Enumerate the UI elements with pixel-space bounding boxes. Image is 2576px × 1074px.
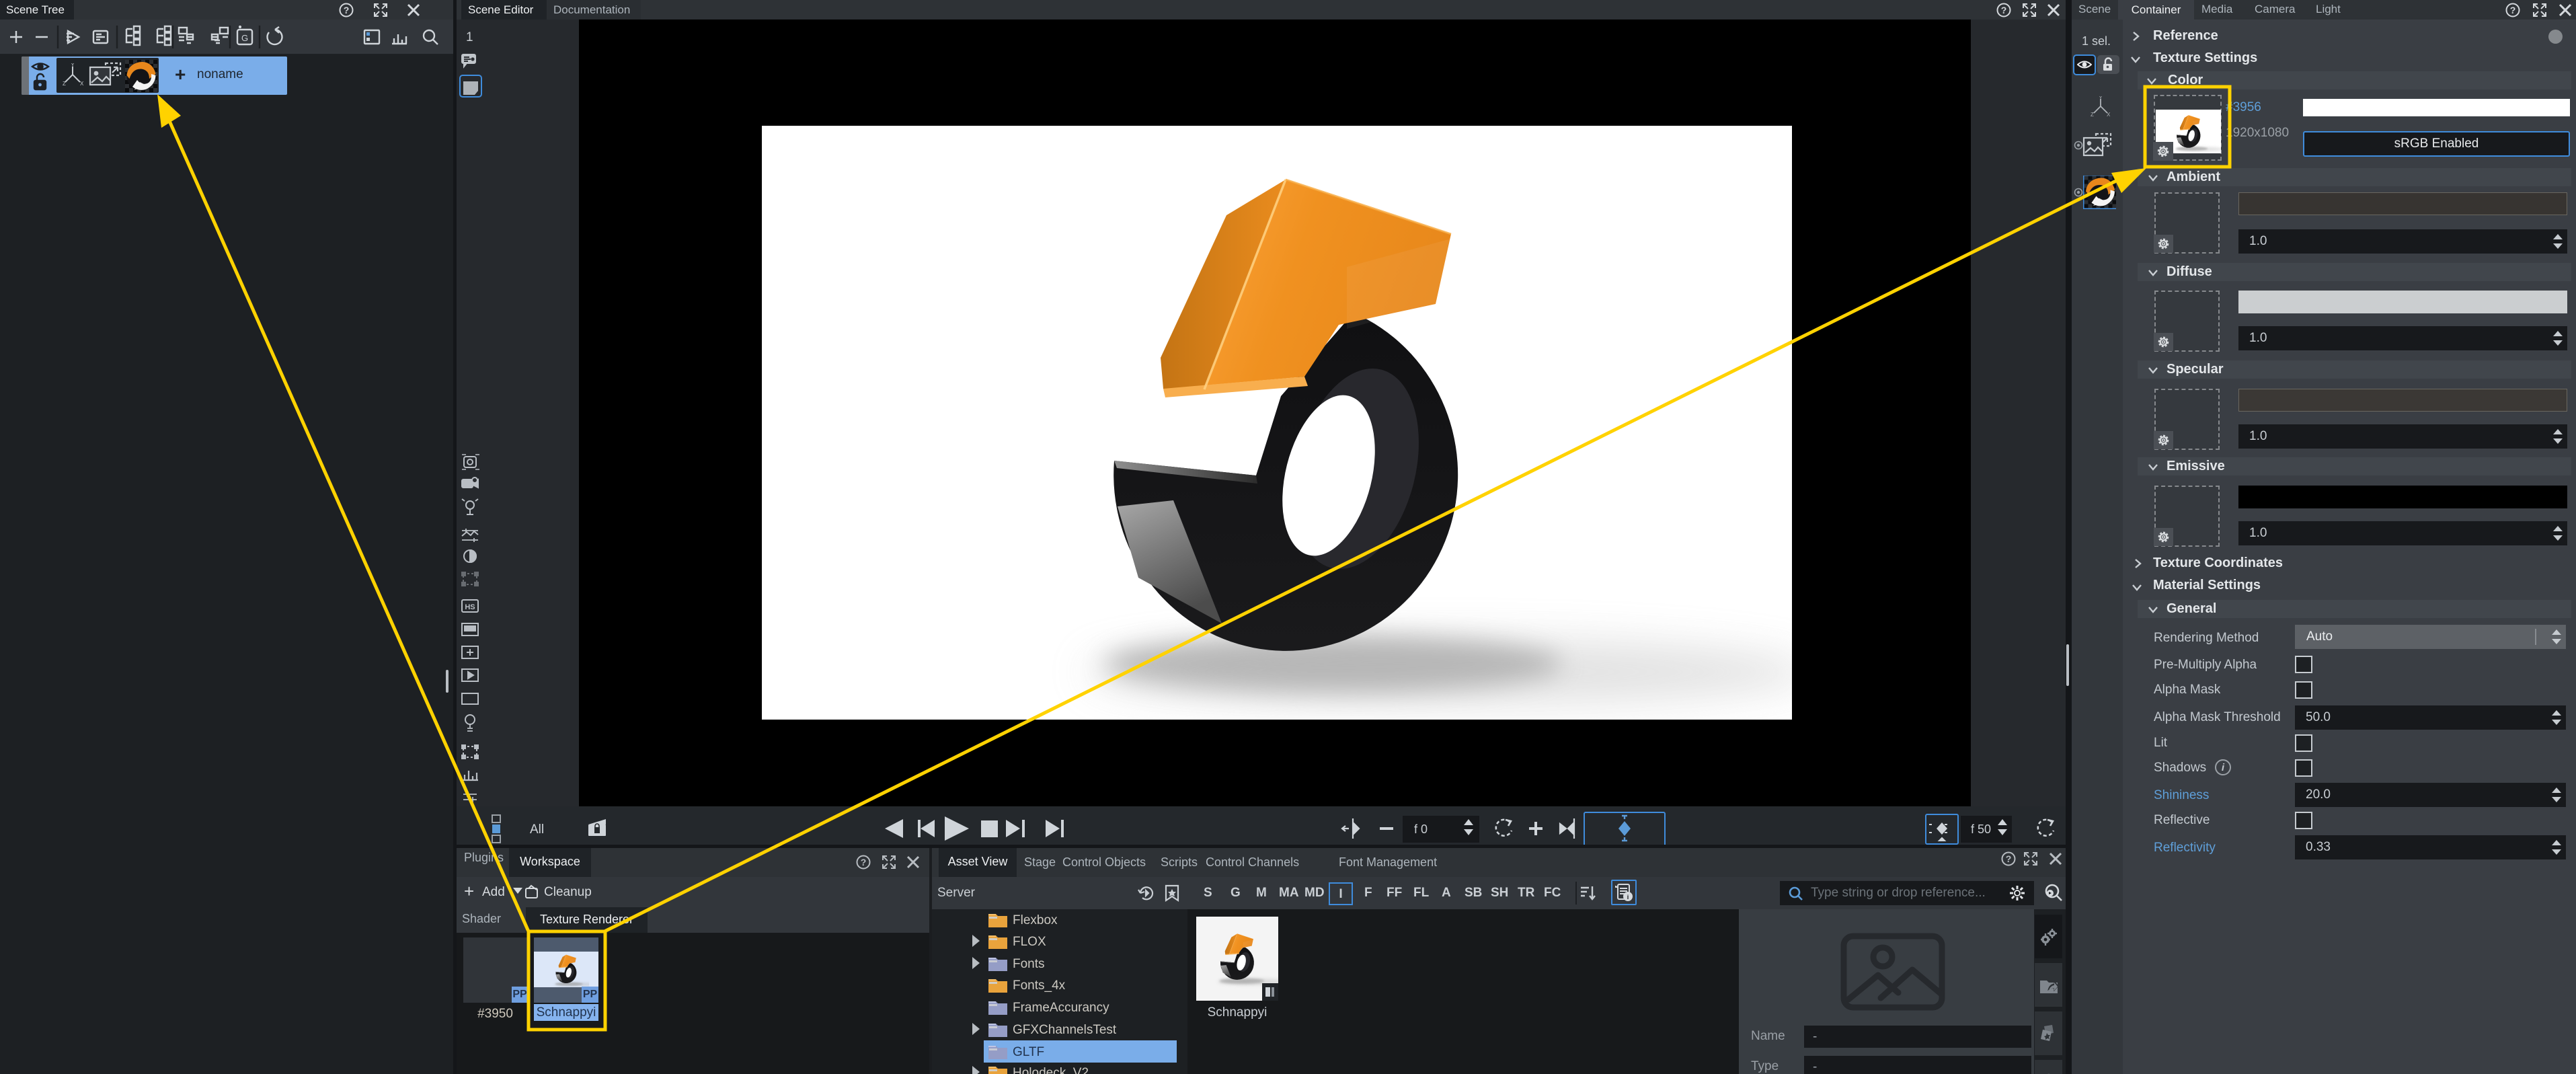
svg-text:?: ? (2006, 853, 2012, 864)
svg-text:?: ? (344, 5, 350, 15)
svg-text:i: i (1627, 894, 1629, 900)
svg-text:f 50: f 50 (1971, 822, 1991, 836)
svg-text:Fonts_4x: Fonts_4x (1013, 979, 1066, 993)
svg-text:Y: Y (2099, 96, 2103, 101)
svg-text:Holodeck_V2: Holodeck_V2 (1013, 1066, 1089, 1074)
svg-text:GFXChannelsTest: GFXChannelsTest (1013, 1023, 1117, 1037)
svg-text:Y: Y (71, 63, 75, 68)
svg-text:?: ? (2001, 5, 2007, 15)
svg-text:X: X (2107, 112, 2111, 118)
svg-text:HS: HS (465, 603, 475, 611)
svg-text:FLOX: FLOX (1013, 935, 1046, 949)
svg-text:GLTF: GLTF (1013, 1045, 1044, 1059)
svg-text:X: X (80, 81, 84, 87)
svg-text:?: ? (2510, 5, 2516, 15)
svg-text:Flexbox: Flexbox (1013, 913, 1058, 927)
svg-text:G: G (241, 33, 248, 43)
svg-text:All: All (530, 822, 544, 837)
svg-text:?: ? (861, 857, 867, 868)
svg-text:Fonts: Fonts (1013, 957, 1045, 971)
svg-text:1: 1 (466, 30, 473, 44)
svg-text:FrameAccurancy: FrameAccurancy (1013, 1001, 1109, 1015)
svg-text:Z: Z (63, 81, 66, 87)
svg-text:f 0: f 0 (1414, 822, 1428, 836)
svg-text:Z: Z (2091, 112, 2094, 118)
